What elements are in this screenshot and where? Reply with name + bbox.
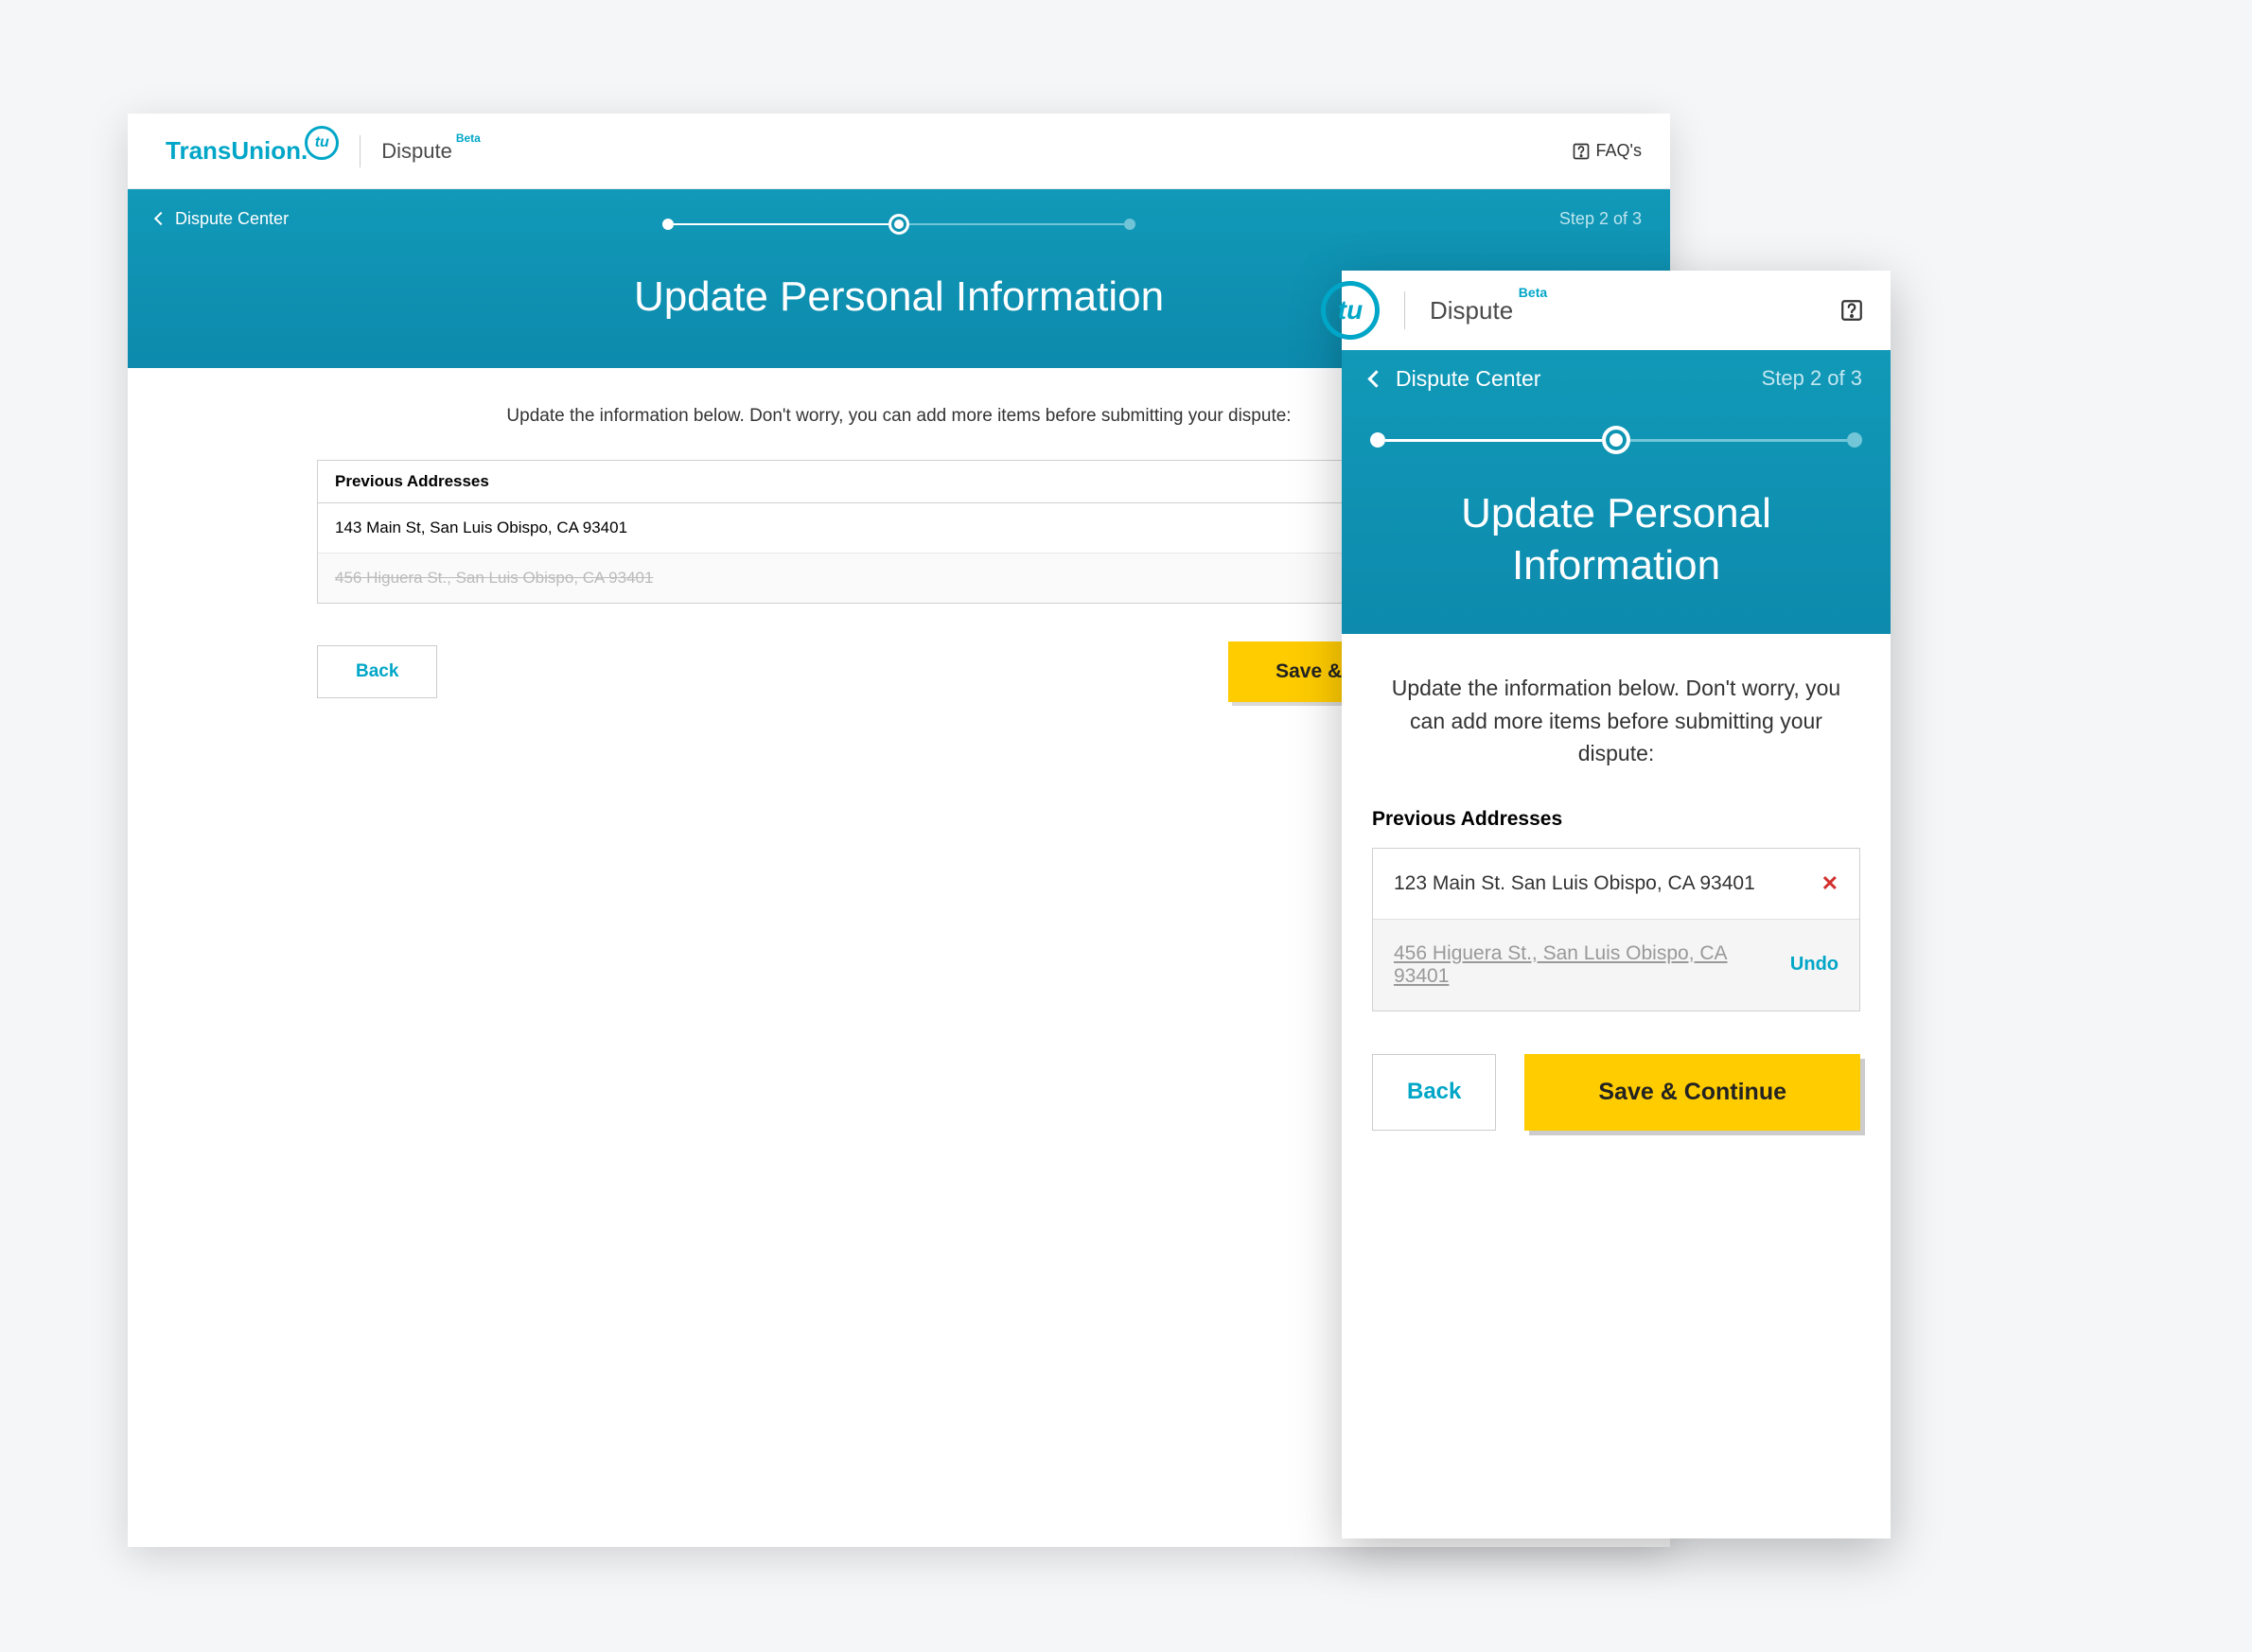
address-text: 123 Main St. San Luis Obispo, CA 93401 [1394,872,1755,895]
product-name: Dispute [381,139,452,163]
breadcrumb-label: Dispute Center [1396,366,1540,392]
mobile-topbar: tu Dispute Beta [1342,271,1891,350]
brand-divider [1404,291,1405,329]
help-icon [1572,142,1591,161]
product-label: Dispute Beta [1430,296,1513,325]
back-button[interactable]: Back [317,645,437,698]
chevron-left-icon [1367,370,1384,387]
address-table-header: Previous Addresses [318,461,1480,503]
section-label: Previous Addresses [1372,808,1860,831]
step-indicator: Step 2 of 3 [1559,209,1642,229]
progress-line-1 [1385,439,1602,442]
intro-text: Update the information below. Don't worr… [1372,672,1860,770]
progress-step-1-dot [1370,432,1385,448]
progress-line-2 [1630,439,1847,442]
desktop-topbar: TransUnion. tu Dispute Beta FAQ's [128,114,1670,189]
button-row: Back Save & Continue [1372,1054,1860,1131]
undo-button[interactable]: Undo [1790,954,1839,975]
intro-text: Update the information below. Don't worr… [317,406,1481,427]
brand-name: TransUnion [166,136,301,166]
chevron-left-icon [154,212,167,225]
progress-track [1370,426,1862,454]
address-row: 123 Main St. San Luis Obispo, CA 93401 ✕ [1373,849,1859,920]
page-title: Update Personal Information [1370,487,1862,591]
progress-step-3-dot [1124,219,1135,230]
brand-mark-icon: tu [305,126,339,160]
remove-address-button[interactable]: ✕ [1821,871,1839,896]
address-table: Previous Addresses 143 Main St, San Luis… [317,460,1481,604]
progress-step-2-dot [888,214,909,235]
button-row: Back Save & Continue [317,641,1481,702]
address-row-removed[interactable]: 456 Higuera St., San Luis Obispo, CA 934… [318,554,1480,603]
mobile-hero: Dispute Center Step 2 of 3 Update Person… [1342,350,1891,634]
breadcrumb-back-link[interactable]: Dispute Center [1370,366,1540,392]
beta-badge: Beta [1519,285,1547,300]
brand-divider [360,135,361,167]
address-text: 456 Higuera St., San Luis Obispo, CA 934… [335,569,653,587]
mobile-content: Update the information below. Don't worr… [1342,634,1891,1169]
product-name: Dispute [1430,296,1513,325]
progress-step-3-dot [1847,432,1862,448]
breadcrumb-label: Dispute Center [175,209,289,229]
address-row-removed: 456 Higuera St., San Luis Obispo, CA 934… [1373,920,1859,1011]
address-row[interactable]: 143 Main St, San Luis Obispo, CA 93401 [318,503,1480,554]
mobile-hero-topbar: Dispute Center Step 2 of 3 [1370,350,1862,407]
faqs-link[interactable]: FAQ's [1572,141,1642,161]
brand-mark-icon[interactable]: tu [1321,281,1380,340]
progress-line-2 [909,223,1124,225]
address-list: 123 Main St. San Luis Obispo, CA 93401 ✕… [1372,848,1860,1011]
address-text: 456 Higuera St., San Luis Obispo, CA 934… [1394,942,1775,988]
save-continue-button[interactable]: Save & Continue [1524,1054,1860,1131]
faqs-label: FAQ's [1596,141,1642,161]
brand-logo[interactable]: TransUnion. tu [166,136,339,166]
breadcrumb-back-link[interactable]: Dispute Center [156,209,289,229]
progress-step-1-dot [662,219,674,230]
progress-line-1 [674,223,888,225]
address-text: 143 Main St, San Luis Obispo, CA 93401 [335,518,627,536]
progress-track [662,214,1135,235]
help-icon[interactable] [1839,298,1864,323]
mobile-window: tu Dispute Beta Dispute Center Step 2 of… [1342,271,1891,1538]
beta-badge: Beta [456,132,481,145]
back-button[interactable]: Back [1372,1054,1496,1131]
product-label: Dispute Beta [381,139,452,164]
progress-step-2-dot [1602,426,1630,454]
step-indicator: Step 2 of 3 [1762,366,1862,391]
